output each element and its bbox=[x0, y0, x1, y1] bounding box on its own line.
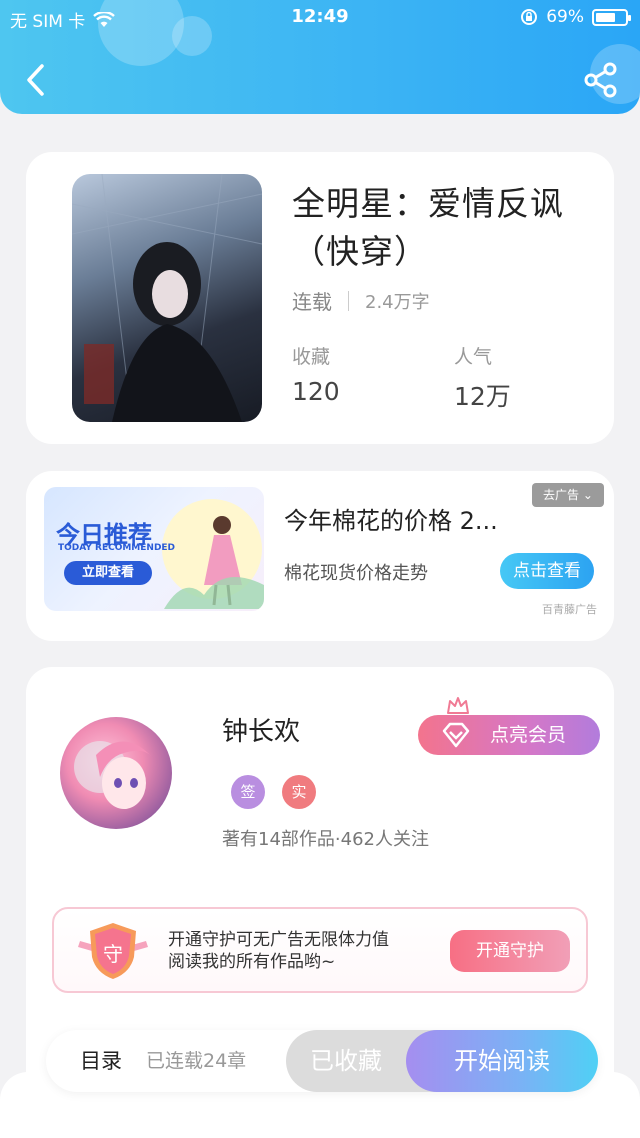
popularity-label: 人气 bbox=[454, 346, 493, 368]
back-icon[interactable] bbox=[22, 62, 52, 98]
guard-text-line1: 开通守护可无广告无限体力值 bbox=[168, 930, 389, 950]
collected-label: 已收藏 bbox=[310, 1047, 382, 1075]
author-name: 钟长欢 bbox=[222, 717, 301, 747]
favorites-stat: 收藏 120 bbox=[292, 342, 340, 406]
open-guard-button[interactable]: 开通守护 bbox=[450, 930, 570, 972]
badge-signed: 签 bbox=[231, 775, 265, 809]
header-bar: 无 SIM 卡 12:49 69% bbox=[0, 0, 640, 114]
book-info-card: 全明星：爱情反讽（快穿） 连载 2.4万字 收藏 120 人气 12万 bbox=[26, 152, 614, 444]
guard-description: 开通守护可无广告无限体力值 阅读我的所有作品哟~ bbox=[168, 929, 389, 973]
diamond-icon bbox=[442, 722, 470, 748]
book-status: 连载 bbox=[292, 290, 332, 314]
banner-subtitle: TODAY RECOMMENDED bbox=[58, 543, 176, 553]
remove-ad-button[interactable]: 去广告 ⌄ bbox=[532, 483, 604, 507]
status-bar: 无 SIM 卡 12:49 69% bbox=[0, 0, 640, 34]
ad-title[interactable]: 今年棉花的价格 2... bbox=[284, 501, 524, 536]
ad-banner-image[interactable]: 今日推荐 TODAY RECOMMENDED 立即查看 bbox=[44, 487, 264, 611]
shield-icon: 守 bbox=[78, 923, 148, 979]
remove-ad-label: 去广告 bbox=[543, 488, 580, 502]
vip-activate-button[interactable]: 点亮会员 bbox=[418, 715, 600, 755]
ad-card[interactable]: 今日推荐 TODAY RECOMMENDED 立即查看 今年棉花的价格 2...… bbox=[26, 471, 614, 641]
battery-icon bbox=[592, 8, 631, 26]
guard-text-line2: 阅读我的所有作品哟~ bbox=[168, 952, 336, 972]
popularity-value: 12万 bbox=[454, 382, 511, 411]
book-meta: 连载 2.4万字 bbox=[292, 286, 430, 315]
banner-button[interactable]: 立即查看 bbox=[64, 561, 152, 585]
avatar-illustration bbox=[74, 741, 152, 809]
bottom-action-bar: 目录 已连载24章 已收藏 开始阅读 bbox=[46, 1030, 598, 1092]
author-stats: 著有14部作品·462人关注 bbox=[222, 829, 429, 850]
guard-promo-box: 守 开通守护可无广告无限体力值 阅读我的所有作品哟~ 开通守护 bbox=[52, 907, 588, 993]
ad-description: 棉花现货价格走势 bbox=[284, 563, 428, 584]
rotation-lock-icon bbox=[521, 9, 538, 25]
popularity-stat: 人气 12万 bbox=[454, 342, 511, 413]
favorites-label: 收藏 bbox=[292, 346, 331, 368]
author-avatar[interactable] bbox=[60, 717, 172, 829]
banner-girl-illustration bbox=[164, 516, 264, 609]
shield-char: 守 bbox=[103, 942, 123, 966]
badge-verified: 实 bbox=[282, 775, 316, 809]
chevron-down-icon: ⌄ bbox=[582, 488, 593, 502]
status-right: 69% bbox=[520, 7, 631, 27]
favorites-value: 120 bbox=[292, 377, 340, 406]
start-reading-button[interactable]: 开始阅读 bbox=[406, 1030, 598, 1092]
word-count: 2.4万字 bbox=[365, 291, 430, 313]
book-title: 全明星：爱情反讽（快穿） bbox=[292, 184, 564, 271]
ad-cta-button[interactable]: 点击查看 bbox=[500, 553, 594, 589]
ad-source: 百青藤广告 bbox=[542, 603, 597, 616]
divider bbox=[348, 290, 349, 311]
catalog-button[interactable]: 目录 bbox=[80, 1030, 122, 1092]
chapter-count: 已连载24章 bbox=[146, 1050, 247, 1072]
share-icon[interactable] bbox=[584, 62, 618, 98]
book-cover[interactable] bbox=[72, 174, 262, 422]
vip-button-label: 点亮会员 bbox=[490, 724, 567, 746]
crown-icon bbox=[447, 697, 469, 714]
battery-percent: 69% bbox=[546, 7, 584, 27]
cover-illustration bbox=[72, 174, 262, 422]
